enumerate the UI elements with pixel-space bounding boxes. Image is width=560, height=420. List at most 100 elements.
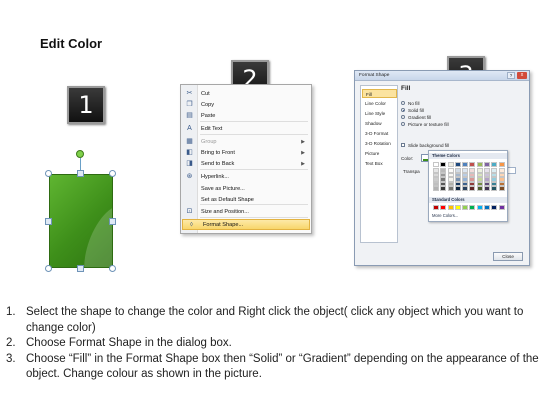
standard-color-swatch[interactable] (440, 205, 447, 210)
nav-item-line-color[interactable]: Line Color (362, 99, 397, 108)
step-text: Choose Format Shape in the dialog box. (26, 337, 232, 349)
send-to-back-icon: ◨ (186, 160, 193, 167)
resize-handle-top-right[interactable] (109, 170, 116, 177)
selected-shape-group[interactable] (44, 146, 120, 274)
size-position-icon: ⊡ (186, 208, 193, 215)
fill-option-label: Gradient fill (408, 114, 432, 120)
close-icon[interactable]: x (517, 72, 527, 79)
theme-color-swatch[interactable] (447, 162, 454, 167)
resize-handle-bottom-left[interactable] (45, 265, 52, 272)
menu-separator (200, 134, 308, 135)
submenu-arrow-icon: ▶ (301, 149, 305, 156)
format-shape-icon: ⬨ (189, 221, 194, 228)
theme-color-swatch[interactable] (454, 162, 461, 167)
theme-color-swatch[interactable] (462, 162, 469, 167)
theme-color-swatch[interactable] (469, 186, 476, 192)
standard-color-swatch[interactable] (454, 205, 461, 210)
instruction-step: 3. Choose “Fill” in the Format Shape box … (6, 352, 554, 383)
theme-color-swatch[interactable] (440, 162, 447, 167)
fill-option-no-fill[interactable]: No fill (401, 100, 420, 106)
menu-item-label: Cut (201, 90, 210, 97)
theme-color-swatch[interactable] (440, 186, 447, 192)
standard-color-swatch[interactable] (491, 205, 498, 210)
theme-color-swatch[interactable] (484, 186, 491, 192)
menu-item-bring-to-front[interactable]: ◧ Bring to Front ▶ (181, 147, 311, 158)
menu-item-hyperlink[interactable]: ⊛ Hyperlink... (181, 171, 311, 182)
group-icon: ▦ (186, 138, 193, 145)
standard-color-swatch[interactable] (469, 205, 476, 210)
standard-colors-row (433, 205, 505, 210)
more-colors-link[interactable]: More Colors... (432, 213, 458, 218)
theme-colors-label: Theme Colors (429, 153, 507, 159)
scissors-icon: ✂ (186, 90, 193, 97)
theme-color-swatch[interactable] (462, 186, 469, 192)
fill-option-label: No fill (408, 100, 420, 106)
theme-color-swatch[interactable] (491, 162, 498, 167)
menu-item-copy[interactable]: ❐ Copy (181, 99, 311, 110)
fill-option-label: Solid fill (408, 107, 424, 113)
standard-color-swatch[interactable] (447, 205, 454, 210)
theme-color-swatch[interactable] (433, 162, 439, 167)
theme-color-swatch[interactable] (469, 162, 476, 167)
standard-color-swatch[interactable] (498, 205, 505, 210)
theme-color-swatch[interactable] (476, 186, 483, 192)
bring-to-front-icon: ◧ (186, 149, 193, 156)
step-number: 3. (6, 352, 16, 365)
theme-color-swatch[interactable] (484, 162, 491, 167)
theme-color-swatch[interactable] (447, 186, 454, 192)
theme-color-swatch[interactable] (491, 186, 498, 192)
theme-color-swatch[interactable] (498, 186, 505, 192)
nav-item-line-style[interactable]: Line Style (362, 109, 397, 118)
nav-item-3-d-rotation[interactable]: 3-D Rotation (362, 139, 397, 148)
fill-option-picture-or-texture-fill[interactable]: Picture or texture fill (401, 121, 449, 127)
menu-item-label: Set as Default Shape (201, 196, 254, 203)
menu-item-save-as-picture[interactable]: Save as Picture... (181, 183, 311, 194)
nav-item-picture[interactable]: Picture (362, 149, 397, 158)
instruction-step: 1. Select the shape to change the color a… (6, 305, 554, 336)
instruction-list: 1. Select the shape to change the color a… (6, 305, 554, 383)
green-rectangle-shape[interactable] (49, 174, 113, 268)
theme-color-swatch[interactable] (454, 186, 461, 192)
menu-item-cut[interactable]: ✂ Cut (181, 88, 311, 99)
standard-color-swatch[interactable] (462, 205, 469, 210)
menu-item-send-to-back[interactable]: ◨ Send to Back ▶ (181, 158, 311, 169)
paste-icon: ▤ (186, 112, 193, 119)
menu-item-label: Send to Back (201, 160, 235, 167)
menu-item-set-as-default-shape[interactable]: Set as Default Shape (181, 194, 311, 205)
resize-handle-right[interactable] (109, 218, 116, 225)
fill-option-solid-fill[interactable]: Solid fill (401, 107, 424, 113)
close-button[interactable]: Close (493, 252, 523, 261)
standard-color-swatch[interactable] (476, 205, 483, 210)
resize-handle-top[interactable] (77, 170, 84, 177)
submenu-arrow-icon: ▶ (301, 138, 305, 145)
resize-handle-bottom-right[interactable] (109, 265, 116, 272)
menu-item-paste[interactable]: ▤ Paste (181, 110, 311, 121)
nav-item-3-d-format[interactable]: 3-D Format (362, 129, 397, 138)
nav-item-shadow[interactable]: Shadow (362, 119, 397, 128)
theme-color-swatch[interactable] (498, 162, 505, 167)
resize-handle-bottom[interactable] (77, 265, 84, 272)
step-number: 2. (6, 337, 16, 349)
instruction-step: 2. Choose Format Shape in the dialog box. (6, 336, 554, 352)
rotation-handle[interactable] (76, 150, 84, 158)
help-icon[interactable]: ? (507, 72, 515, 79)
theme-color-swatch[interactable] (476, 162, 483, 167)
transparency-label: Transpa (403, 169, 420, 174)
menu-item-group[interactable]: ▦ Group ▶ (181, 136, 311, 147)
menu-separator (200, 217, 308, 218)
standard-color-swatch[interactable] (484, 205, 491, 210)
resize-handle-left[interactable] (45, 218, 52, 225)
menu-item-edit-text[interactable]: A Edit Text (181, 123, 311, 134)
theme-color-swatch[interactable] (433, 186, 439, 192)
fill-option-gradient-fill[interactable]: Gradient fill (401, 114, 431, 120)
nav-item-text-box[interactable]: Text Box (362, 159, 397, 168)
nav-item-fill[interactable]: Fill (362, 89, 397, 98)
radio-button (401, 122, 405, 126)
menu-item-label: Format Shape... (203, 221, 244, 228)
menu-item-size-and-position[interactable]: ⊡ Size and Position... (181, 206, 311, 217)
resize-handle-top-left[interactable] (45, 170, 52, 177)
menu-item-format-shape[interactable]: ⬨ Format Shape... (182, 219, 310, 230)
slide-background-checkbox[interactable]: Slide background fill (401, 142, 449, 148)
standard-color-swatch[interactable] (433, 205, 439, 210)
menu-separator (200, 169, 308, 170)
